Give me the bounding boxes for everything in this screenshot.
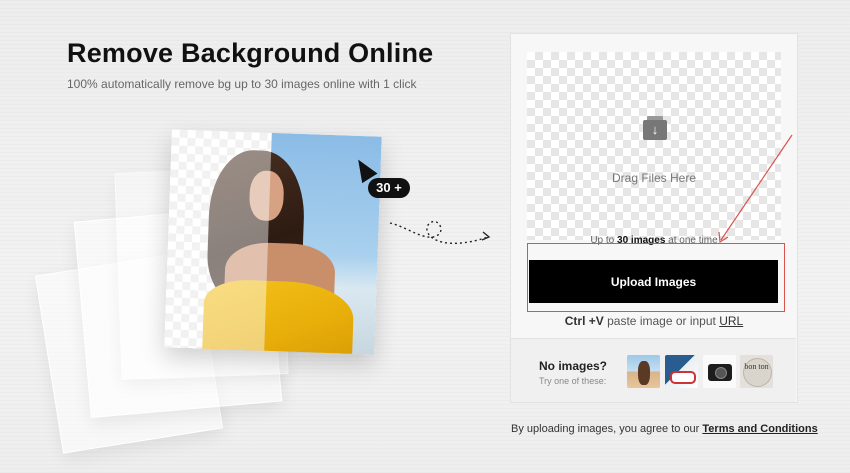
terms-link[interactable]: Terms and Conditions [702,423,817,435]
drop-label: Drag Files Here [611,171,697,185]
dotted-arrow-icon [389,220,491,245]
sample-thumb-woman[interactable] [627,355,660,388]
terms-notice: By uploading images, you agree to our Te… [511,423,818,435]
sample-images-section: No images? Try one of these: bon ton [511,338,796,402]
download-tray-icon: ↓ [643,116,667,140]
page-title: Remove Background Online [67,38,434,68]
sample-thumb-shoes[interactable] [665,355,698,388]
url-link[interactable]: URL [719,314,743,328]
page-subtitle: 100% automatically remove bg up to 30 im… [67,77,417,91]
upload-images-button[interactable]: Upload Images [529,260,778,303]
count-badge: 30 + [368,178,410,198]
sample-photo [164,129,382,355]
sample-thumb-camera[interactable] [703,355,736,388]
drop-zone[interactable]: ↓ Drag Files Here Up to 30 images at one… [527,52,781,246]
sample-thumb-logo[interactable]: bon ton [740,355,773,388]
no-images-heading: No images? [539,359,608,373]
try-one-label: Try one of these: [539,376,607,386]
paste-hint: Ctrl +V paste image or input URL [564,314,744,328]
